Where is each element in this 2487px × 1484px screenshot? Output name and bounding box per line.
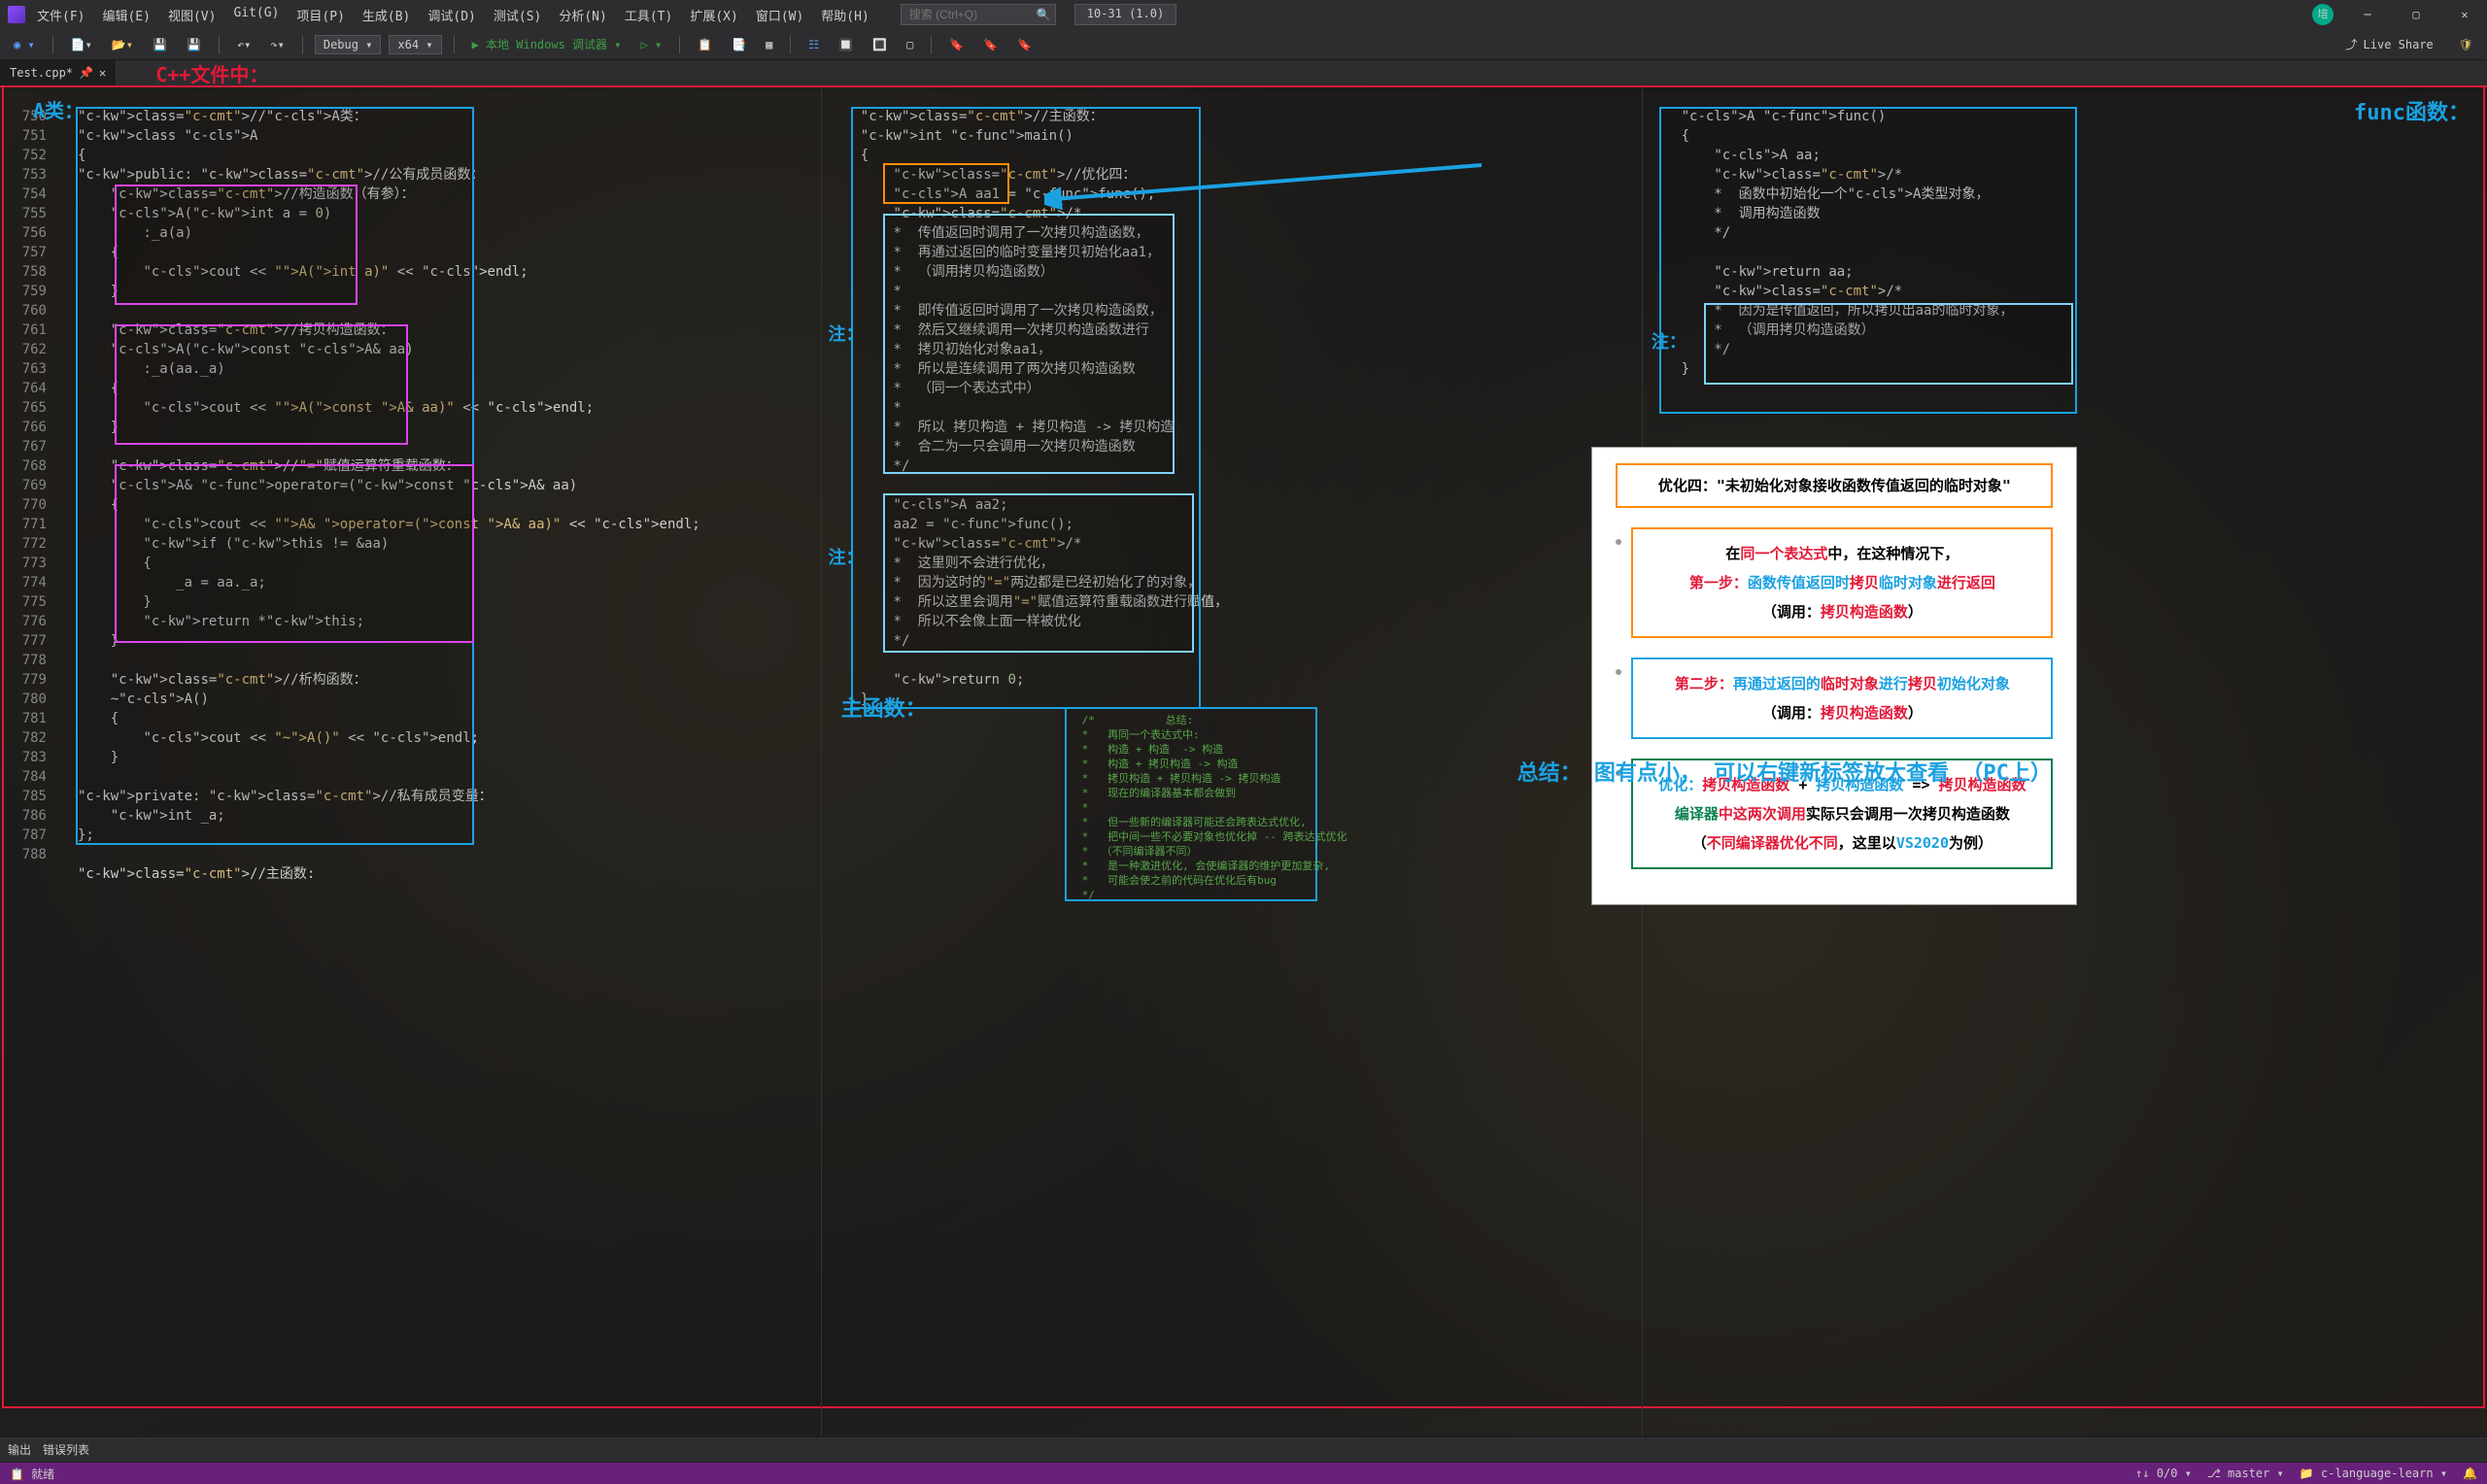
- tool-icon[interactable]: ▦: [760, 35, 778, 54]
- tab-bar: Test.cpp* 📌 ✕ C++文件中：: [0, 60, 2487, 87]
- maximize-button[interactable]: ▢: [2402, 8, 2431, 21]
- annotation-note-1: 注：: [828, 320, 863, 346]
- ready-label: 📋 就绪: [10, 1466, 54, 1482]
- code-content-right[interactable]: "c-cls">A "c-func">func() { "c-cls">A aa…: [1682, 107, 2014, 379]
- tool-icon[interactable]: 🔖: [977, 35, 1004, 54]
- tab-test-cpp[interactable]: Test.cpp* 📌 ✕: [0, 60, 117, 85]
- start-debug-button[interactable]: ▶ 本地 Windows 调试器 ▾: [466, 33, 628, 55]
- annotation-note-2: 注：: [828, 544, 863, 569]
- redo-icon[interactable]: ↷▾: [264, 35, 290, 54]
- save-all-icon[interactable]: 💾: [181, 35, 207, 54]
- menu-edit[interactable]: 编辑(E): [94, 2, 157, 28]
- tab-close-icon[interactable]: ✕: [99, 66, 106, 80]
- annotation-note-3: 注：: [1652, 328, 1686, 354]
- editor-area: 750 751 752 753 754 755 756 757 758 759 …: [0, 87, 2487, 1435]
- title-bar: 文件(F) 编辑(E) 视图(V) Git(G) 项目(P) 生成(B) 调试(…: [0, 0, 2487, 29]
- solution-name[interactable]: 10-31 (1.0): [1074, 4, 1176, 25]
- user-avatar[interactable]: 培: [2312, 4, 2334, 25]
- admin-icon[interactable]: 🛡: [2453, 35, 2479, 54]
- git-branch[interactable]: ⎇ master ▾: [2207, 1467, 2284, 1480]
- tool-icon[interactable]: 📋: [692, 35, 718, 54]
- config-dropdown[interactable]: Debug ▾: [315, 35, 382, 54]
- output-tab[interactable]: 输出: [8, 1441, 31, 1458]
- annotation-label-class: A类：: [25, 93, 91, 125]
- info-step-2: 第二步：再通过返回的临时对象进行拷贝初始化对象 （调用：拷贝构造函数）: [1631, 658, 2053, 739]
- errors-tab[interactable]: 错误列表: [43, 1441, 89, 1458]
- editor-pane-left[interactable]: 750 751 752 753 754 755 756 757 758 759 …: [0, 87, 821, 1435]
- menu-build[interactable]: 生成(B): [355, 2, 418, 28]
- menu-help[interactable]: 帮助(H): [813, 2, 876, 28]
- tool-icon[interactable]: 📑: [726, 35, 752, 54]
- annotation-file-title: C++文件中：: [117, 60, 307, 85]
- menu-extensions[interactable]: 扩展(X): [682, 2, 745, 28]
- git-changes[interactable]: ↑↓ 0/0 ▾: [2135, 1467, 2192, 1480]
- info-panel: 优化四："未初始化对象接收函数传值返回的临时对象" 在同一个表达式中，在这种情况…: [1591, 447, 2077, 905]
- code-content-left[interactable]: "c-kw">class="c-cmt">//"c-cls">A类： "c-kw…: [78, 107, 700, 884]
- info-step-1: 在同一个表达式中，在这种情况下， 第一步：函数传值返回时拷贝临时对象进行返回 （…: [1631, 527, 2053, 638]
- search-icon: 🔍: [1037, 8, 1051, 21]
- summary-text: 总结： 图有点小， 可以右键新标签放大查看 （PC上）: [1517, 758, 2052, 790]
- undo-icon[interactable]: ↶▾: [231, 35, 256, 54]
- minimize-button[interactable]: ─: [2353, 8, 2382, 21]
- menu-file[interactable]: 文件(F): [29, 2, 92, 28]
- save-icon[interactable]: 💾: [147, 35, 173, 54]
- vs-logo-icon: [8, 6, 25, 23]
- live-share-button[interactable]: ⤴ Live Share: [2346, 36, 2434, 52]
- live-share-icon: ⤴: [2346, 36, 2358, 52]
- annotation-label-func: func函数：: [2346, 93, 2477, 128]
- menu-tools[interactable]: 工具(T): [617, 2, 680, 28]
- very-bottom-bar: 📋 就绪 ↑↓ 0/0 ▾ ⎇ master ▾ 📁 c-language-le…: [0, 1463, 2487, 1484]
- menu-bar: 文件(F) 编辑(E) 视图(V) Git(G) 项目(P) 生成(B) 调试(…: [29, 2, 877, 28]
- nav-back-icon[interactable]: ◉ ▾: [8, 35, 41, 54]
- tool-icon[interactable]: 🔲: [833, 35, 859, 54]
- tool-icon[interactable]: ☷: [802, 35, 825, 54]
- code-content-middle[interactable]: "c-kw">class="c-cmt">//主函数： "c-kw">int "…: [861, 107, 1228, 709]
- notifications-icon[interactable]: 🔔: [2463, 1467, 2477, 1480]
- tool-icon[interactable]: 🔳: [867, 35, 893, 54]
- tool-icon[interactable]: ▢: [901, 35, 919, 54]
- line-gutter: 750 751 752 753 754 755 756 757 758 759 …: [0, 107, 56, 864]
- small-notes: /* 总结: * 再同一个表达式中: * 构造 + 构造 -> 构造 * 构造 …: [1082, 713, 1347, 902]
- platform-dropdown[interactable]: x64 ▾: [389, 35, 441, 54]
- menu-project[interactable]: 项目(P): [289, 2, 352, 28]
- output-bar: 输出 错误列表: [0, 1437, 2487, 1461]
- repo-name[interactable]: 📁 c-language-learn ▾: [2300, 1467, 2447, 1480]
- new-file-icon[interactable]: 📄▾: [65, 35, 98, 54]
- start-nodebug-icon[interactable]: ▷ ▾: [635, 35, 668, 54]
- pin-icon[interactable]: 📌: [79, 66, 93, 80]
- menu-analyze[interactable]: 分析(N): [551, 2, 614, 28]
- menu-git[interactable]: Git(G): [225, 2, 287, 28]
- open-file-icon[interactable]: 📂▾: [106, 35, 139, 54]
- menu-view[interactable]: 视图(V): [160, 2, 223, 28]
- search-input[interactable]: [901, 4, 1056, 25]
- menu-test[interactable]: 测试(S): [486, 2, 549, 28]
- annotation-label-main: 主函数：: [834, 690, 935, 725]
- tool-icon[interactable]: 🔖: [943, 35, 970, 54]
- close-button[interactable]: ✕: [2450, 8, 2479, 21]
- menu-debug[interactable]: 调试(D): [420, 2, 483, 28]
- menu-window[interactable]: 窗口(W): [748, 2, 811, 28]
- main-toolbar: ◉ ▾ 📄▾ 📂▾ 💾 💾 ↶▾ ↷▾ Debug ▾ x64 ▾ ▶ 本地 W…: [0, 29, 2487, 60]
- info-panel-title: 优化四："未初始化对象接收函数传值返回的临时对象": [1616, 463, 2053, 508]
- tool-icon[interactable]: 🔖: [1011, 35, 1038, 54]
